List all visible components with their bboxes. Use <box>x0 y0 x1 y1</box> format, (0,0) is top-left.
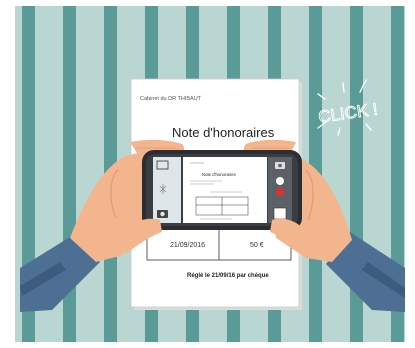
gallery-thumbnail-icon <box>273 207 287 220</box>
payment-note: Réglé le 21/09/16 par chèque <box>187 273 269 279</box>
camera-icon <box>157 210 168 218</box>
clinic-name: Cabinet du DR THIBAUT <box>140 96 202 102</box>
fee-date: 21/09/2016 <box>170 242 205 249</box>
illustration: Cabinet du DR THIBAUT Note d'honoraires … <box>0 0 415 348</box>
fee-amount: 50 € <box>250 242 264 249</box>
record-icon <box>276 188 284 196</box>
settings-icon <box>275 162 285 169</box>
document-title: Note d'honoraires <box>172 125 275 140</box>
shutter-icon <box>276 177 284 185</box>
screen-document-title: Note d'honoraires <box>202 172 236 177</box>
smartphone: Note d'honoraires <box>142 150 302 230</box>
